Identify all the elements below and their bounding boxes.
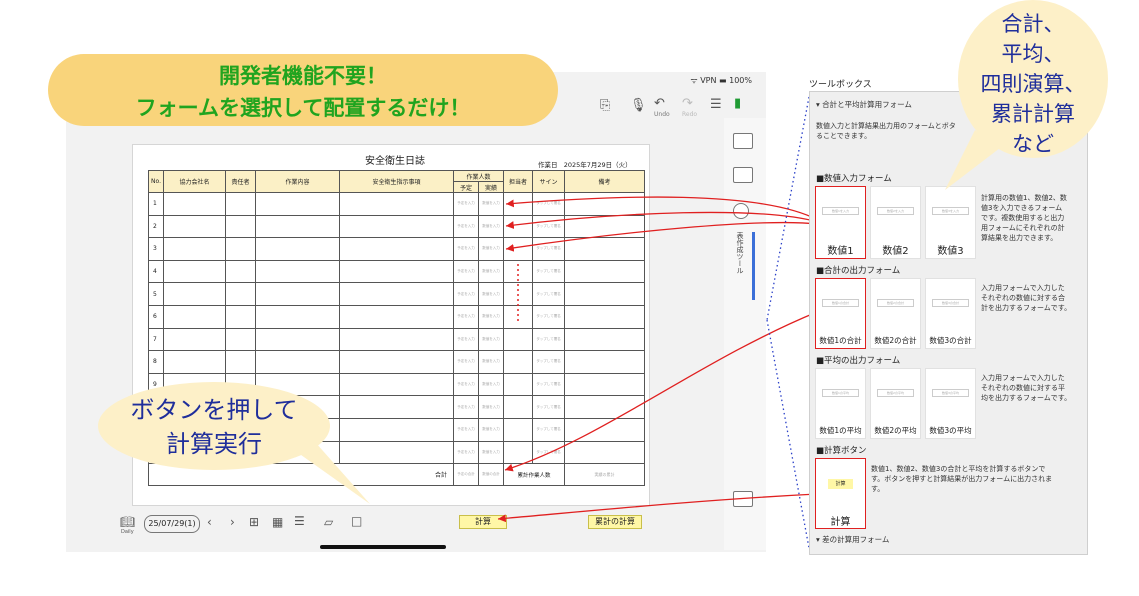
callout-right-line3: 四則演算、 [980, 72, 1086, 96]
callout-right-line2: 平均、 [1001, 42, 1065, 66]
callout-right-line5: など [1012, 132, 1054, 156]
callout-right-line4: 累計計算 [991, 102, 1075, 126]
callout-right-line1: 合計、 [1001, 12, 1065, 36]
